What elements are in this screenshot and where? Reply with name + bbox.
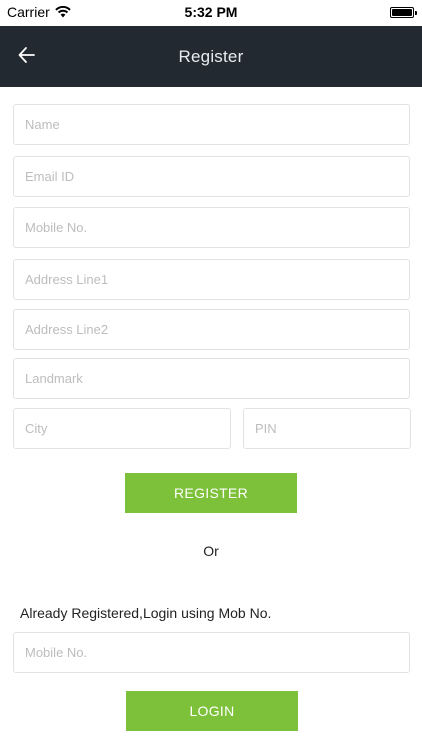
- pin-field[interactable]: [244, 409, 410, 448]
- pin-field-wrapper: [243, 408, 411, 449]
- landmark-field[interactable]: [14, 359, 409, 398]
- login-button[interactable]: LOGIN: [126, 691, 298, 731]
- register-button[interactable]: REGISTER: [125, 473, 297, 513]
- address-line2-field[interactable]: [14, 310, 409, 349]
- city-field[interactable]: [14, 409, 230, 448]
- navigation-bar: Register: [0, 26, 422, 87]
- login-mobile-field[interactable]: [14, 633, 409, 672]
- status-bar: Carrier 5:32 PM: [0, 0, 422, 26]
- name-field[interactable]: [14, 105, 409, 144]
- mobile-field[interactable]: [14, 208, 409, 247]
- login-mobile-field-wrapper: [13, 632, 410, 673]
- name-field-wrapper: [13, 104, 410, 145]
- landmark-field-wrapper: [13, 358, 410, 399]
- address-line1-field[interactable]: [14, 260, 409, 299]
- login-hint-label: Already Registered,Login using Mob No.: [20, 605, 272, 621]
- or-separator: Or: [203, 543, 219, 559]
- address-line2-field-wrapper: [13, 309, 410, 350]
- email-field[interactable]: [14, 157, 409, 196]
- mobile-field-wrapper: [13, 207, 410, 248]
- address-line1-field-wrapper: [13, 259, 410, 300]
- city-field-wrapper: [13, 408, 231, 449]
- page-title: Register: [178, 47, 244, 66]
- clock: 5:32 PM: [184, 4, 238, 20]
- battery-icon: [390, 7, 417, 18]
- email-field-wrapper: [13, 156, 410, 197]
